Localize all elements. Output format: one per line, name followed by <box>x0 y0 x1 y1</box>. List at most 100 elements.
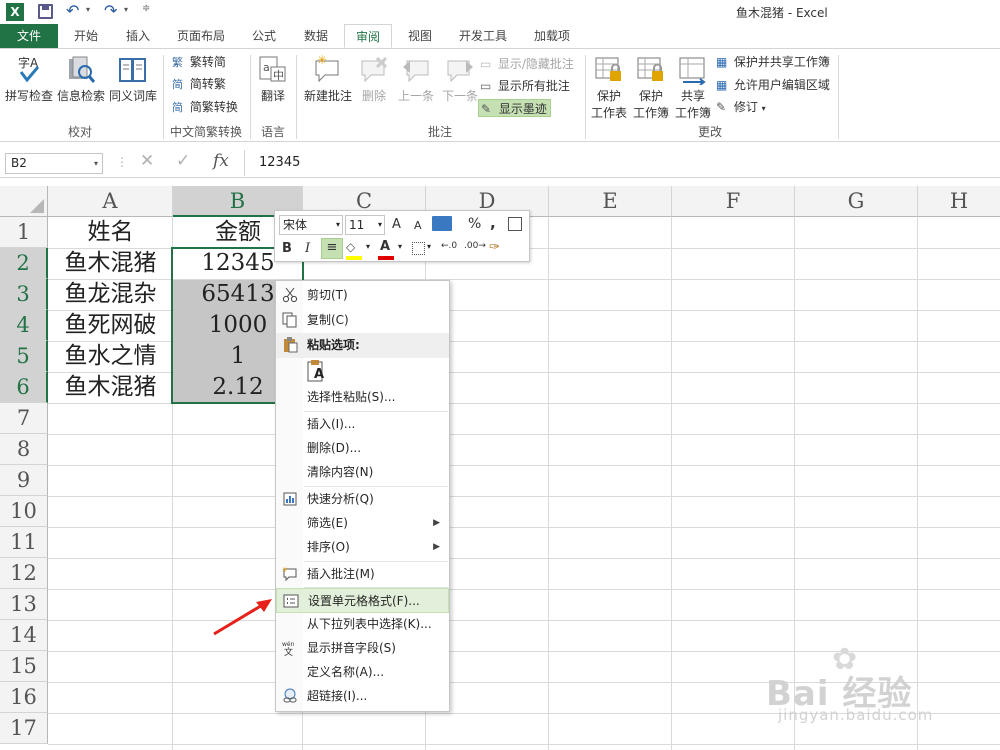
row-header-1[interactable]: 1 <box>0 217 48 248</box>
translate-button[interactable]: a中 翻译 <box>254 55 292 104</box>
formula-bar-splitter-icon[interactable]: ⋮ <box>116 155 128 169</box>
comma-style-icon[interactable]: , <box>490 214 496 232</box>
cell-a5[interactable]: 鱼水之情 <box>48 341 173 372</box>
column-header-h[interactable]: H <box>918 186 1000 217</box>
cell-a4[interactable]: 鱼死网破 <box>48 310 173 341</box>
chevron-down-icon[interactable]: ▾ <box>398 242 402 251</box>
grow-font-icon[interactable]: A <box>392 217 401 232</box>
tab-page-layout[interactable]: 页面布局 <box>166 24 236 48</box>
font-size-dropdown[interactable]: 11 ▾ <box>345 215 385 235</box>
row-header-10[interactable]: 10 <box>0 496 48 527</box>
number-format-icon[interactable] <box>432 216 452 231</box>
cell-a6[interactable]: 鱼木混猪 <box>48 372 173 403</box>
simp-trad-convert-button[interactable]: 简 简繁转换 <box>172 98 238 116</box>
format-table-icon[interactable] <box>508 217 522 231</box>
chevron-down-icon[interactable]: ▾ <box>427 242 431 251</box>
row-header-12[interactable]: 12 <box>0 558 48 589</box>
tab-view[interactable]: 视图 <box>396 24 444 48</box>
menu-item-sort[interactable]: 排序(O) ▶ <box>276 535 449 560</box>
enter-icon[interactable]: ✓ <box>176 151 190 171</box>
menu-item-insert-comment[interactable]: ✳ 插入批注(M) <box>276 562 449 587</box>
align-center-icon[interactable]: ≡ <box>321 238 343 259</box>
italic-button[interactable]: I <box>305 241 310 256</box>
tab-data[interactable]: 数据 <box>292 24 340 48</box>
tab-addins[interactable]: 加载项 <box>522 24 582 48</box>
undo-icon[interactable]: ↶ <box>66 1 79 20</box>
spell-check-button[interactable]: 字A 拼写检查 <box>4 55 54 104</box>
formula-input[interactable]: 12345 <box>244 150 1000 176</box>
cell-a1[interactable]: 姓名 <box>48 217 173 248</box>
research-button[interactable]: 信息检索 <box>56 55 106 104</box>
row-header-13[interactable]: 13 <box>0 589 48 620</box>
chevron-down-icon[interactable]: ▾ <box>94 154 98 173</box>
column-header-a[interactable]: A <box>48 186 173 217</box>
tab-formulas[interactable]: 公式 <box>240 24 288 48</box>
menu-item-copy[interactable]: 复制(C) <box>276 308 449 333</box>
menu-item-define-name[interactable]: 定义名称(A)... <box>276 660 449 685</box>
thesaurus-button[interactable]: 同义词库 <box>108 55 158 104</box>
borders-icon[interactable] <box>412 242 425 255</box>
chevron-down-icon[interactable]: ▾ <box>366 242 370 251</box>
menu-item-show-phonetic[interactable]: wén 文 显示拼音字段(S) <box>276 636 449 661</box>
row-header-8[interactable]: 8 <box>0 434 48 465</box>
decrease-decimal-icon[interactable]: .00→ <box>464 241 486 251</box>
paste-values-button[interactable]: A <box>306 359 330 385</box>
tab-developer[interactable]: 开发工具 <box>448 24 518 48</box>
menu-item-format-cells[interactable]: 设置单元格格式(F)... <box>276 588 449 613</box>
menu-item-cut[interactable]: 剪切(T) <box>276 283 449 308</box>
customize-qat-icon[interactable]: ≑ <box>142 3 150 14</box>
menu-item-quick-analysis[interactable]: 快速分析(Q) <box>276 487 449 512</box>
simp-to-trad-button[interactable]: 简 简转繁 <box>172 75 226 93</box>
menu-item-insert[interactable]: 插入(I)... <box>276 412 449 437</box>
trad-to-simp-button[interactable]: 繁 繁转简 <box>172 53 226 71</box>
show-all-comments-button[interactable]: ▭ 显示所有批注 <box>480 77 570 95</box>
menu-item-hyperlink[interactable]: 超链接(I)... <box>276 684 449 709</box>
column-header-f[interactable]: F <box>672 186 795 217</box>
menu-item-filter[interactable]: 筛选(E) ▶ <box>276 511 449 536</box>
tab-insert[interactable]: 插入 <box>114 24 162 48</box>
excel-icon[interactable]: X <box>6 3 24 21</box>
row-header-15[interactable]: 15 <box>0 651 48 682</box>
row-header-3[interactable]: 3 <box>0 279 48 310</box>
allow-edit-ranges-button[interactable]: ▦ 允许用户编辑区域 <box>716 76 830 94</box>
cancel-icon[interactable]: ✕ <box>140 151 154 171</box>
share-workbook-button[interactable]: 共享 工作簿 <box>672 55 714 121</box>
row-header-16[interactable]: 16 <box>0 682 48 713</box>
protect-and-share-button[interactable]: ▦ 保护并共享工作簿 <box>716 53 830 71</box>
font-color-icon[interactable]: A <box>380 239 390 254</box>
cell-a3[interactable]: 鱼龙混杂 <box>48 279 173 310</box>
insert-function-icon[interactable]: fx <box>213 151 229 171</box>
bold-button[interactable]: B <box>282 241 292 256</box>
undo-dropdown-icon[interactable]: ▾ <box>86 5 90 14</box>
tab-file[interactable]: 文件 <box>0 24 58 48</box>
row-header-4[interactable]: 4 <box>0 310 48 341</box>
name-box[interactable]: B2 ▾ <box>5 153 103 174</box>
row-header-17[interactable]: 17 <box>0 713 48 744</box>
column-header-g[interactable]: G <box>795 186 918 217</box>
cell-a2[interactable]: 鱼木混猪 <box>48 248 173 279</box>
protect-sheet-button[interactable]: 保护 工作表 <box>590 55 628 121</box>
redo-icon[interactable]: ↷ <box>104 1 117 20</box>
track-changes-button[interactable]: ✎ 修订 ▾ <box>716 98 766 116</box>
tab-review[interactable]: 审阅 <box>344 24 392 48</box>
row-header-7[interactable]: 7 <box>0 403 48 434</box>
format-painter-icon[interactable]: ✑ <box>489 240 500 255</box>
menu-item-delete[interactable]: 删除(D)... <box>276 436 449 461</box>
new-comment-button[interactable]: ✳ 新建批注 <box>300 55 356 104</box>
show-ink-button[interactable]: ✎ 显示墨迹 <box>478 99 551 117</box>
menu-item-pick-from-list[interactable]: 从下拉列表中选择(K)... <box>276 612 449 637</box>
row-header-6[interactable]: 6 <box>0 372 48 403</box>
row-header-5[interactable]: 5 <box>0 341 48 372</box>
menu-item-clear-contents[interactable]: 清除内容(N) <box>276 460 449 485</box>
redo-dropdown-icon[interactable]: ▾ <box>124 5 128 14</box>
protect-workbook-button[interactable]: 保护 工作簿 <box>630 55 672 121</box>
column-header-e[interactable]: E <box>549 186 672 217</box>
menu-item-paste-special[interactable]: 选择性粘贴(S)... <box>276 385 449 410</box>
row-header-9[interactable]: 9 <box>0 465 48 496</box>
increase-decimal-icon[interactable]: ←.0 <box>441 241 457 251</box>
save-icon[interactable] <box>38 4 53 19</box>
fill-color-icon[interactable]: ◇ <box>346 240 355 254</box>
tab-home[interactable]: 开始 <box>62 24 110 48</box>
row-header-2[interactable]: 2 <box>0 248 48 279</box>
row-header-14[interactable]: 14 <box>0 620 48 651</box>
